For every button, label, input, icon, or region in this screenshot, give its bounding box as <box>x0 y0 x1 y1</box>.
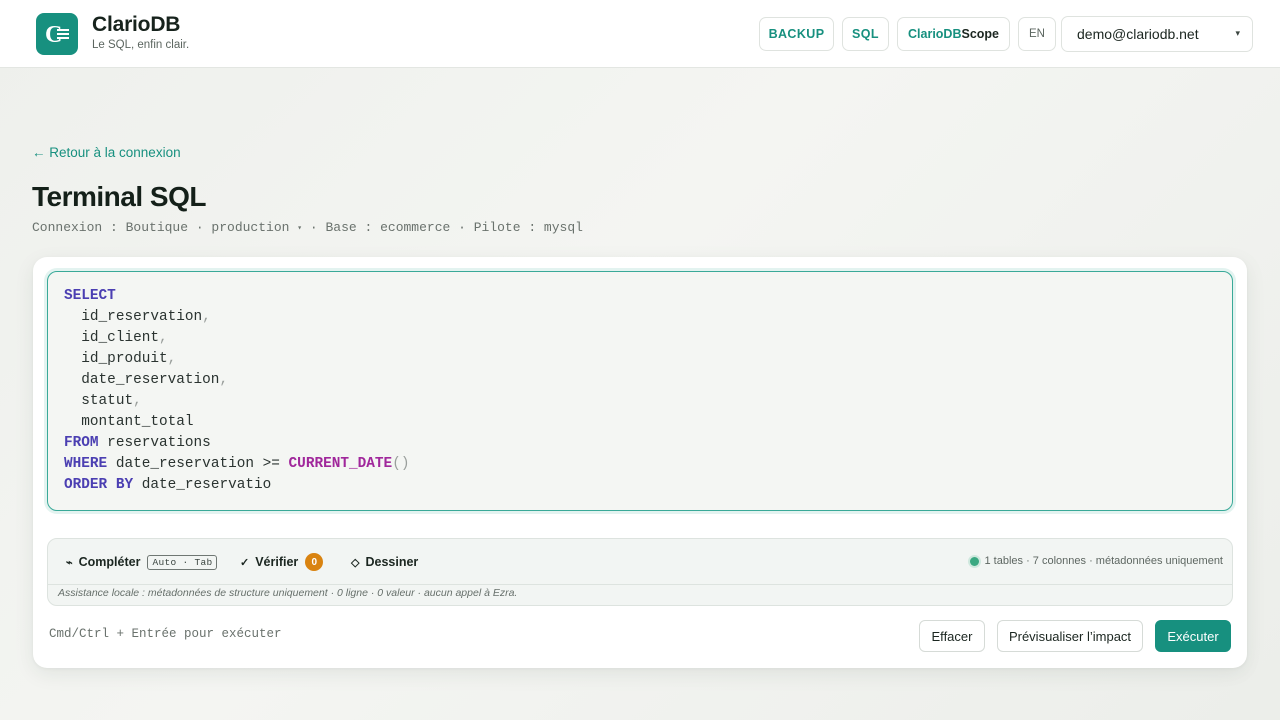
issues-count-badge: 0 <box>305 553 324 571</box>
complete-button[interactable]: ⌁ Compléter Auto · Tab <box>66 553 218 571</box>
sql-punctuation: , <box>167 351 177 367</box>
code-line: montant_total <box>64 412 1216 433</box>
connection-suffix: · Base : ecommerce · Pilote : mysql <box>302 220 583 235</box>
sql-keyword: WHERE <box>64 456 108 472</box>
scope-suffix-label: Scope <box>961 27 999 41</box>
schema-metadata-text: 1 tables · 7 colonnes · métadonnées uniq… <box>984 555 1224 567</box>
code-line: ORDER BY date_reservatio <box>64 475 1216 496</box>
user-email: demo@clariodb.net <box>1077 26 1199 42</box>
clariodb-logo[interactable]: C <box>36 13 78 55</box>
sql-punctuation: , <box>159 330 168 346</box>
code-line: FROM reservations <box>64 433 1216 454</box>
back-to-connection-link[interactable]: ← Retour à la connexion <box>32 145 181 160</box>
complete-label: Compléter <box>78 555 141 569</box>
sql-text: id_produit <box>64 351 168 367</box>
connection-prefix: Connexion : Boutique · production <box>32 220 290 235</box>
assistant-panel: ⌁ Compléter Auto · Tab ✓ Vérifier 0 ◇ De… <box>47 538 1233 606</box>
language-toggle[interactable]: EN <box>1018 17 1056 51</box>
brand-name: ClarioDB <box>92 13 181 36</box>
sql-text: id_client <box>64 330 159 346</box>
sql-keyword: SELECT <box>64 288 116 304</box>
user-account-select[interactable]: demo@clariodb.net ▾ <box>1061 16 1253 52</box>
sql-punctuation: , <box>202 309 211 325</box>
code-line: id_produit, <box>64 349 1216 370</box>
code-line: id_reservation, <box>64 307 1216 328</box>
sql-text: date_reservatio <box>133 477 272 493</box>
code-line: date_reservation, <box>64 370 1216 391</box>
page-title: Terminal SQL <box>32 181 206 212</box>
sql-punctuation: , <box>133 393 142 409</box>
code-line: statut, <box>64 391 1216 412</box>
sql-terminal-card: SELECT id_reservation, id_client, id_pro… <box>33 257 1247 668</box>
sql-keyword: ORDER BY <box>64 477 134 493</box>
sql-keyword: FROM <box>64 435 99 451</box>
execute-shortcut-hint: Cmd/Ctrl + Entrée pour exécuter <box>49 627 282 641</box>
sql-text: montant_total <box>64 414 194 430</box>
status-dot-icon <box>969 556 979 566</box>
diamond-icon: ◇ <box>351 556 360 569</box>
top-header: C ClarioDB Le SQL, enfin clair. BACKUP S… <box>0 0 1280 68</box>
code-line: WHERE date_reservation >= CURRENT_DATE() <box>64 454 1216 475</box>
schema-metadata-status: 1 tables · 7 colonnes · métadonnées uniq… <box>969 555 1224 567</box>
sql-text: date_reservation <box>64 372 220 388</box>
clariodbscope-button[interactable]: ClarioDB Scope <box>897 17 1010 51</box>
brand-tagline: Le SQL, enfin clair. <box>92 39 190 51</box>
clear-button[interactable]: Effacer <box>919 620 985 652</box>
logo-mark-icon: C <box>45 22 69 48</box>
scope-brand-label: ClarioDB <box>908 27 962 41</box>
sql-button[interactable]: SQL <box>842 17 889 51</box>
autocomplete-shortcut: Auto · Tab <box>147 554 218 570</box>
draw-button[interactable]: ◇ Dessiner <box>351 553 418 571</box>
assistant-toolbar: ⌁ Compléter Auto · Tab ✓ Vérifier 0 ◇ De… <box>48 539 1232 585</box>
sql-text: date_reservation >= <box>107 456 289 472</box>
execute-button[interactable]: Exécuter <box>1155 620 1231 652</box>
sql-function: CURRENT_DATE <box>288 456 393 472</box>
assistant-privacy-note: Assistance locale : métadonnées de struc… <box>58 587 518 599</box>
sql-punctuation: , <box>219 372 229 388</box>
check-icon: ✓ <box>240 556 250 569</box>
chevron-down-icon: ▾ <box>1235 28 1240 38</box>
sql-editor[interactable]: SELECT id_reservation, id_client, id_pro… <box>47 271 1233 511</box>
code-line: SELECT <box>64 286 1216 307</box>
draw-label: Dessiner <box>365 555 419 569</box>
preview-impact-button[interactable]: Prévisualiser l’impact <box>997 620 1143 652</box>
connection-info: Connexion : Boutique · production ▾ · Ba… <box>32 220 583 235</box>
sql-text: statut <box>64 393 134 409</box>
sql-text: reservations <box>98 435 211 451</box>
sparkle-icon: ⌁ <box>66 556 73 569</box>
verify-button[interactable]: ✓ Vérifier 0 <box>240 553 324 571</box>
verify-label: Vérifier <box>255 555 299 569</box>
backup-button[interactable]: BACKUP <box>759 17 834 51</box>
sql-text: id_reservation <box>64 309 203 325</box>
sql-punctuation: () <box>392 456 410 472</box>
code-line: id_client, <box>64 328 1216 349</box>
